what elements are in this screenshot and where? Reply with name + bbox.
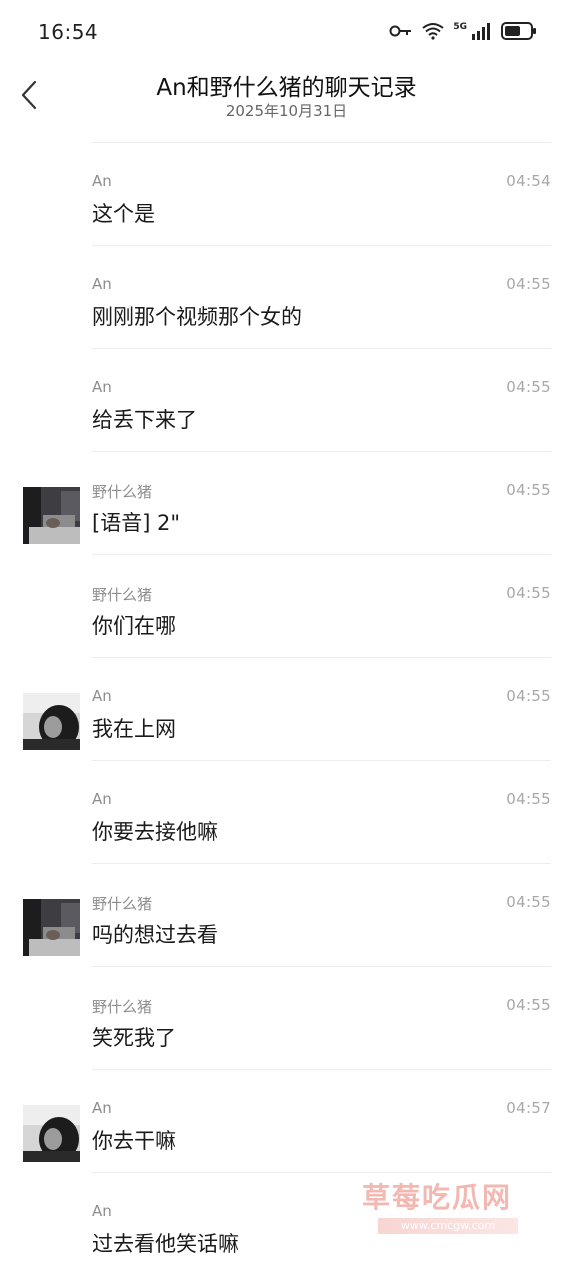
message-time: 04:55: [506, 584, 551, 602]
message-sender: 野什么猪: [92, 895, 153, 913]
message-row[interactable]: An 过去看他笑话嘛: [0, 1172, 573, 1275]
divider: [92, 966, 551, 967]
message-list: An 04:54 这个是 An 04:55 刚刚那个视频那个女的 An 04:5…: [0, 142, 573, 1275]
message-time: 04:55: [506, 378, 551, 396]
chat-history-header: An和野什么猪的聊天记录 2025年10月31日: [0, 60, 573, 134]
status-icons: 5G: [389, 22, 537, 40]
divider: [92, 245, 551, 246]
message-sender: An: [92, 790, 112, 808]
divider: [92, 760, 551, 761]
message-sender: An: [92, 172, 112, 190]
message-sender: An: [92, 1099, 112, 1117]
message-time: 04:55: [506, 893, 551, 911]
message-text: 这个是: [92, 202, 155, 226]
message-row[interactable]: An 04:55 你要去接他嘛: [0, 760, 573, 863]
message-text: [语音] 2": [92, 511, 181, 535]
divider: [92, 1069, 551, 1070]
message-sender: 野什么猪: [92, 586, 153, 604]
message-row[interactable]: 野什么猪 04:55 你们在哪: [0, 554, 573, 657]
divider: [92, 863, 551, 864]
message-text: 给丢下来了: [92, 408, 197, 432]
message-row[interactable]: 野什么猪 04:55 [语音] 2": [0, 451, 573, 554]
message-sender: An: [92, 687, 112, 705]
message-row[interactable]: 野什么猪 04:55 吗的想过去看: [0, 863, 573, 966]
network-type-label: 5G: [453, 22, 467, 32]
status-bar: 16:54 5G: [0, 0, 573, 66]
divider: [92, 554, 551, 555]
divider: [92, 348, 551, 349]
message-text: 刚刚那个视频那个女的: [92, 305, 302, 329]
chat-date: 2025年10月31日: [225, 102, 348, 120]
status-time: 16:54: [38, 20, 99, 44]
message-text: 过去看他笑话嘛: [92, 1232, 239, 1256]
avatar-room[interactable]: [23, 487, 80, 544]
message-row[interactable]: An 04:54 这个是: [0, 142, 573, 245]
divider: [92, 451, 551, 452]
divider: [92, 1172, 551, 1173]
message-time: 04:55: [506, 790, 551, 808]
message-time: 04:57: [506, 1099, 551, 1117]
message-sender: An: [92, 378, 112, 396]
message-row[interactable]: An 04:55 我在上网: [0, 657, 573, 760]
divider: [92, 657, 551, 658]
message-time: 04:55: [506, 275, 551, 293]
message-text: 吗的想过去看: [92, 923, 218, 947]
message-sender: An: [92, 275, 112, 293]
message-text: 我在上网: [92, 717, 176, 741]
message-text: 笑死我了: [92, 1026, 176, 1050]
message-row[interactable]: An 04:55 刚刚那个视频那个女的: [0, 245, 573, 348]
message-row[interactable]: An 04:55 给丢下来了: [0, 348, 573, 451]
key-icon: [389, 24, 413, 38]
wifi-icon: [421, 22, 445, 40]
avatar-room[interactable]: [23, 899, 80, 956]
message-time: 04:55: [506, 996, 551, 1014]
message-time: 04:54: [506, 172, 551, 190]
message-sender: An: [92, 1202, 112, 1220]
page-title: An和野什么猪的聊天记录: [156, 75, 417, 101]
message-sender: 野什么猪: [92, 998, 153, 1016]
message-text: 你去干嘛: [92, 1129, 176, 1153]
avatar-girl[interactable]: [23, 693, 80, 750]
message-row[interactable]: 野什么猪 04:55 笑死我了: [0, 966, 573, 1069]
message-text: 你要去接他嘛: [92, 820, 218, 844]
message-time: 04:55: [506, 481, 551, 499]
signal-icon: [471, 22, 493, 40]
battery-icon: [501, 22, 537, 40]
divider: [92, 142, 551, 143]
message-sender: 野什么猪: [92, 483, 153, 501]
avatar-girl[interactable]: [23, 1105, 80, 1162]
message-row[interactable]: An 04:57 你去干嘛: [0, 1069, 573, 1172]
message-text: 你们在哪: [92, 614, 176, 638]
message-time: 04:55: [506, 687, 551, 705]
